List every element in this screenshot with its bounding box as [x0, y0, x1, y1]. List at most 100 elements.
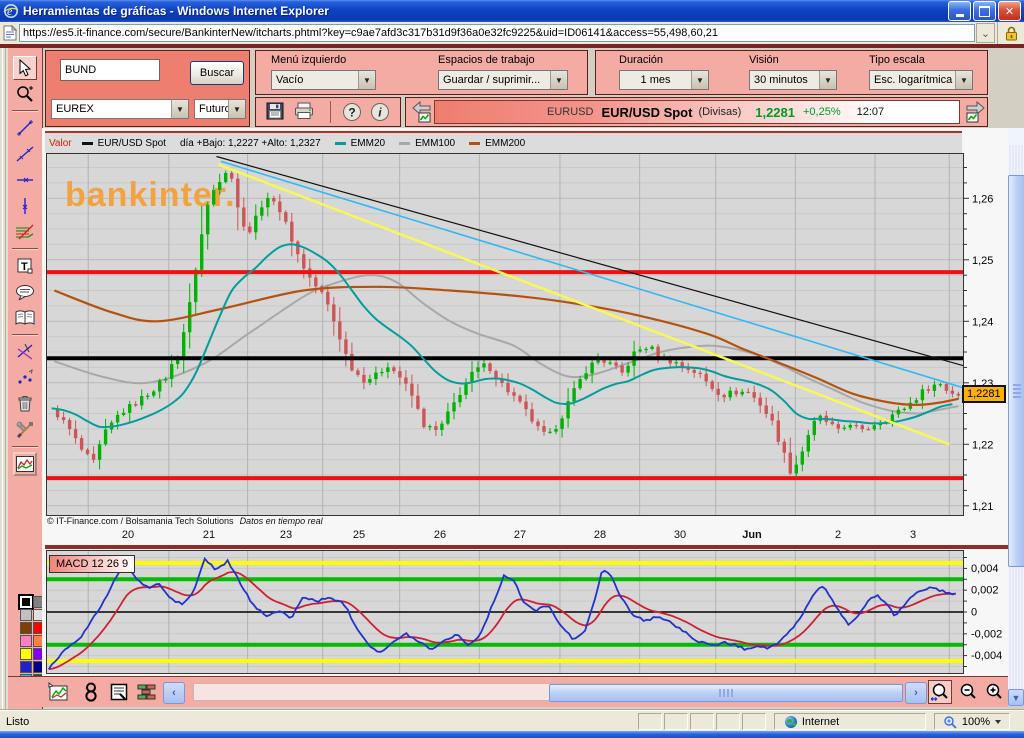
palette-swatch[interactable]: [20, 661, 32, 673]
help-icon[interactable]: ?: [342, 102, 362, 122]
legend-swatch: [399, 142, 410, 145]
x-axis-label: 27: [514, 529, 526, 541]
fibonacci-tool-icon[interactable]: [13, 220, 37, 244]
minimize-button[interactable]: [948, 1, 971, 21]
workspaces-select[interactable]: Guardar / suprimir...▼: [438, 70, 568, 90]
address-input[interactable]: https://es5.it-finance.com/secure/Bankin…: [19, 24, 975, 42]
zone-label: Internet: [802, 716, 839, 728]
restore-button[interactable]: [973, 1, 996, 21]
y-axis-label: 1,25: [972, 255, 993, 267]
legend-item: EMM100: [399, 138, 455, 149]
legend-swatch: [335, 142, 346, 145]
instrument-select[interactable]: Futuro▼: [194, 99, 246, 119]
svg-text:T: T: [21, 261, 28, 273]
palette-swatch[interactable]: [20, 596, 32, 608]
book-tool-icon[interactable]: [13, 306, 37, 330]
settings-tool-icon[interactable]: [13, 418, 37, 442]
blocks-icon[interactable]: [136, 681, 158, 703]
status-text: Listo: [6, 716, 638, 728]
notes-icon[interactable]: [108, 681, 130, 703]
scroll-left-button[interactable]: ‹: [163, 682, 185, 704]
palette-swatch[interactable]: [20, 635, 32, 647]
chevron-down-icon[interactable]: ▼: [819, 71, 836, 89]
macd-axis-label: -0,004: [971, 650, 1002, 662]
macd-svg: [47, 551, 963, 673]
menu-panel: Menú izquierdo Vacío▼ Espacios de trabaj…: [255, 50, 588, 95]
copyright-row: © IT-Finance.com / Bolsamania Tech Solut…: [47, 516, 963, 528]
taskbar-edge: [0, 731, 1024, 738]
workspaces-value: Guardar / suprimir...: [439, 71, 550, 89]
legend-swatch: [469, 142, 480, 145]
scale-select[interactable]: Esc. logarítmica▼: [869, 70, 973, 90]
address-url-text: https://es5.it-finance.com/secure/Bankin…: [23, 27, 718, 39]
chevron-down-icon[interactable]: ▼: [955, 71, 972, 89]
search-button[interactable]: Buscar: [190, 61, 244, 85]
horizontal-scrollbar-thumb[interactable]: [549, 684, 903, 702]
duration-select[interactable]: 1 mes▼: [619, 70, 709, 90]
info-icon[interactable]: i: [370, 102, 390, 122]
horizontal-line-tool-icon[interactable]: [13, 168, 37, 192]
zoom-in-button[interactable]: [982, 680, 1006, 704]
macd-label: MACD 12 26 9: [49, 555, 135, 573]
x-axis-label: 25: [353, 529, 365, 541]
segment-tool-icon[interactable]: [13, 116, 37, 140]
macd-axis-label: 0,004: [971, 563, 999, 575]
scroll-down-button[interactable]: ▼: [1008, 689, 1024, 706]
menu-left-select[interactable]: Vacío▼: [271, 70, 376, 90]
go-chart-icon[interactable]: [963, 100, 987, 124]
settings-panel: Duración 1 mes▼ Visión 30 minutos▼ Tipo …: [595, 50, 988, 95]
zoom-out-button[interactable]: [956, 680, 980, 704]
points-tool-icon[interactable]: [13, 366, 37, 390]
macd-plot[interactable]: MACD 12 26 9: [46, 550, 964, 674]
legend-item: día +Bajo: 1,2227 +Alto: 1,2327: [180, 138, 321, 149]
trendline-tool-icon[interactable]: [13, 142, 37, 166]
vertical-scrollbar[interactable]: ▲ ▼: [1008, 128, 1024, 706]
pointer-tool-icon[interactable]: [13, 56, 37, 80]
palette-swatch[interactable]: [20, 622, 32, 634]
new-chart-icon[interactable]: [48, 681, 70, 703]
chevron-down-icon[interactable]: [995, 720, 1001, 724]
legend-valor-label: Valor: [49, 138, 72, 149]
x-axis-label: 21: [203, 529, 215, 541]
horizontal-scrollbar[interactable]: [193, 683, 903, 701]
zoom-in-tool-icon[interactable]: [13, 82, 37, 106]
x-axis-label: 30: [674, 529, 686, 541]
y-axis-label: 1,24: [972, 316, 993, 328]
print-icon[interactable]: [294, 102, 314, 120]
chevron-down-icon[interactable]: ▼: [228, 100, 245, 118]
legend-item: EMM200: [469, 138, 525, 149]
save-icon[interactable]: [266, 102, 284, 120]
file-actions-panel: ? i: [255, 97, 401, 127]
chevron-down-icon[interactable]: ▼: [358, 71, 375, 89]
palette-swatch[interactable]: [20, 648, 32, 660]
link-icon[interactable]: [80, 681, 102, 703]
comment-tool-icon[interactable]: [13, 280, 37, 304]
zoom-fit-button[interactable]: [928, 680, 952, 704]
erase-line-tool-icon[interactable]: [13, 340, 37, 364]
vertical-line-tool-icon[interactable]: [13, 194, 37, 218]
quote-symbol: EURUSD: [547, 106, 593, 118]
chevron-down-icon[interactable]: ▼: [171, 100, 188, 118]
page-zoom-control[interactable]: 100%: [934, 713, 1010, 730]
vision-select[interactable]: 30 minutos▼: [749, 70, 837, 90]
vertical-scrollbar-thumb[interactable]: [1008, 175, 1024, 567]
trash-tool-icon[interactable]: [13, 392, 37, 416]
quote-name: EUR/USD Spot: [601, 105, 692, 120]
url-dropdown-button[interactable]: ⌄: [976, 23, 995, 43]
palette-swatch[interactable]: [20, 609, 32, 621]
exchange-select[interactable]: EUREX▼: [51, 99, 189, 119]
quote-panel: EURUSD EUR/USD Spot (Divisas) 1,2281 +0,…: [405, 97, 988, 127]
indicator-tool-icon[interactable]: [13, 452, 37, 476]
chevron-down-icon[interactable]: ▼: [550, 71, 567, 89]
back-chart-icon[interactable]: [410, 100, 434, 124]
text-tool-icon[interactable]: T: [13, 254, 37, 278]
vertical-scrollbar-track[interactable]: [1008, 145, 1024, 689]
chevron-down-icon[interactable]: ▼: [691, 71, 708, 89]
address-bar: https://es5.it-finance.com/secure/Bankin…: [0, 22, 1024, 45]
price-chart-plot[interactable]: bankinter.: [46, 153, 964, 516]
close-button[interactable]: ✕: [998, 1, 1021, 21]
scroll-right-button[interactable]: ›: [905, 682, 927, 704]
search-panel: Buscar EUREX▼ Futuro▼: [45, 50, 250, 127]
symbol-search-input[interactable]: [60, 59, 160, 81]
legend-swatch: [82, 142, 93, 145]
